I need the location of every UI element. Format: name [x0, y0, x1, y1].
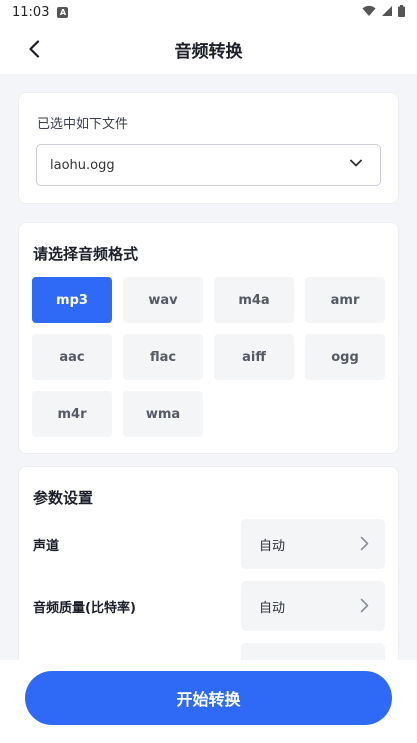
- bottom-action-bar: 开始转换: [0, 660, 417, 743]
- format-option-ogg[interactable]: ogg: [305, 334, 385, 380]
- status-icons: [362, 5, 405, 17]
- page-title: 音频转换: [174, 42, 243, 62]
- chevron-right-icon: [360, 536, 369, 551]
- wifi-icon: [362, 5, 376, 16]
- format-option-aac[interactable]: aac: [32, 334, 112, 380]
- format-option-aiff[interactable]: aiff: [214, 334, 294, 380]
- format-option-m4r[interactable]: m4r: [32, 391, 112, 437]
- format-section-title: 请选择音频格式: [33, 245, 139, 263]
- format-option-wma[interactable]: wma: [123, 391, 203, 437]
- file-card: 已选中如下文件 laohu.ogg: [18, 92, 399, 204]
- format-option-wav[interactable]: wav: [123, 277, 203, 323]
- params-section-title: 参数设置: [33, 489, 94, 507]
- param-row-channel: 声道 自动: [19, 519, 398, 569]
- status-time: 11:03: [12, 4, 50, 20]
- param-value: 自动: [259, 538, 286, 554]
- format-grid: mp3 wav m4a amr aac flac aiff ogg m4r wm…: [32, 277, 386, 437]
- param-label: 声道: [33, 539, 60, 554]
- chevron-down-icon: [350, 159, 362, 167]
- notification-badge-icon: A: [57, 6, 69, 18]
- nav-bar: 音频转换: [0, 24, 417, 74]
- signal-icon: [382, 6, 392, 16]
- params-card: 参数设置 声道 自动 音频质量(比特率) 自动: [18, 466, 399, 666]
- bitrate-selector[interactable]: 自动: [241, 581, 385, 631]
- format-option-amr[interactable]: amr: [305, 277, 385, 323]
- format-option-mp3[interactable]: mp3: [32, 277, 112, 323]
- file-section-label: 已选中如下文件: [37, 117, 129, 132]
- format-card: 请选择音频格式 mp3 wav m4a amr aac flac aiff og…: [18, 222, 399, 454]
- channel-selector[interactable]: 自动: [241, 519, 385, 569]
- chevron-right-icon: [360, 598, 369, 613]
- status-bar: 11:03 A: [0, 0, 417, 24]
- param-value: 自动: [259, 600, 286, 616]
- battery-icon: [398, 5, 405, 17]
- format-option-flac[interactable]: flac: [123, 334, 203, 380]
- selected-file-name: laohu.ogg: [50, 157, 115, 173]
- file-dropdown[interactable]: laohu.ogg: [36, 144, 381, 186]
- start-convert-button[interactable]: 开始转换: [25, 671, 392, 725]
- param-row-bitrate: 音频质量(比特率) 自动: [19, 581, 398, 631]
- format-option-m4a[interactable]: m4a: [214, 277, 294, 323]
- param-label: 音频质量(比特率): [33, 601, 136, 616]
